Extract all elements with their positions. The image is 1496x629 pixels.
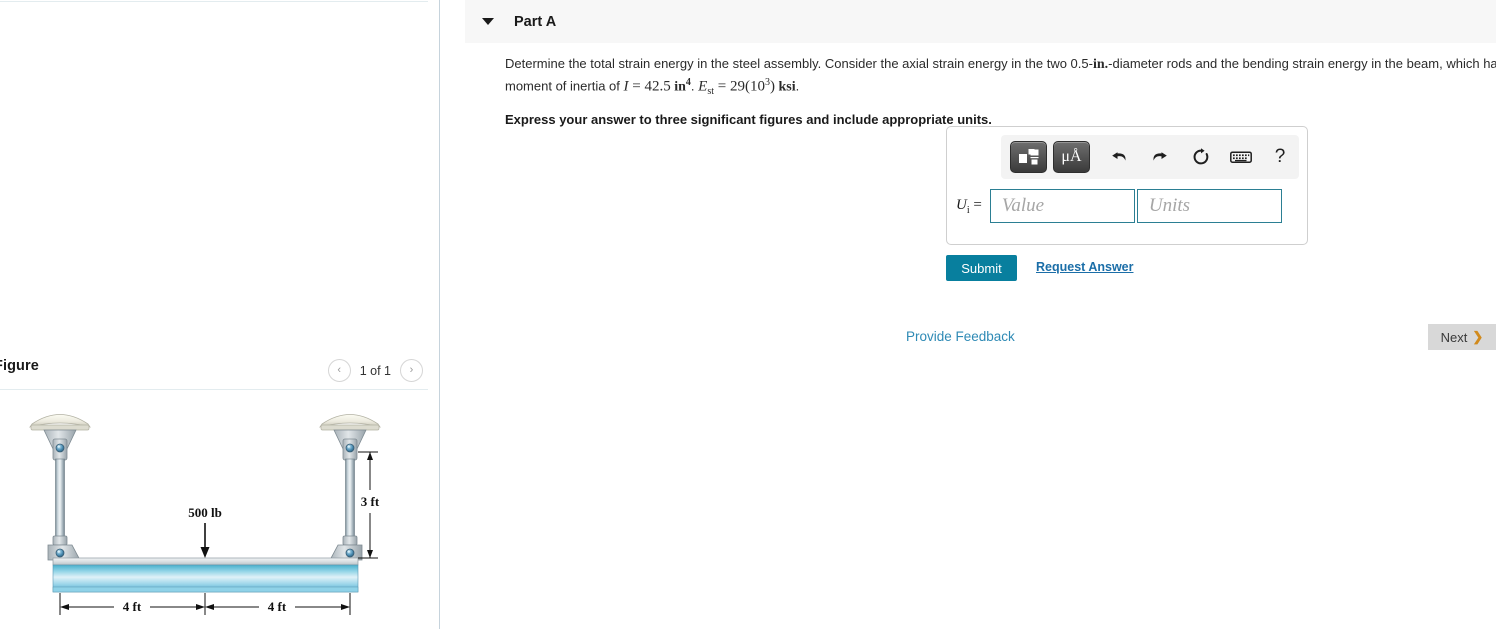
page-root: Figure ‹ 1 of 1 ›: [0, 0, 1496, 629]
value-inertia: 42.5: [644, 78, 671, 95]
unit-inches-2: in: [670, 79, 686, 95]
chevron-right-icon: ›: [409, 364, 414, 376]
answer-row: Ui =: [956, 189, 1282, 223]
units-symbol-icon[interactable]: μÅ: [1053, 141, 1090, 173]
height-label: 3 ft: [361, 494, 380, 509]
answer-variable-label: Ui =: [956, 197, 982, 216]
height-dimension: 3 ft: [358, 451, 380, 559]
subscript-st: st: [707, 86, 714, 98]
provide-feedback-link[interactable]: Provide Feedback: [906, 329, 1015, 344]
unit-ksi: ksi: [774, 79, 796, 95]
symbol-E: E: [698, 78, 708, 95]
answer-toolbar: μÅ ?: [1001, 135, 1299, 179]
question-text: Determine the total strain energy in the…: [505, 54, 1496, 99]
keyboard-icon[interactable]: [1226, 142, 1256, 172]
beam: [52, 557, 359, 593]
load-annotation: 500 lb: [188, 505, 222, 558]
answer-value-input[interactable]: [989, 189, 1135, 223]
units-symbol-label: μÅ: [1061, 148, 1082, 165]
variable-subscript-i: i: [966, 204, 970, 216]
help-question-icon[interactable]: ?: [1265, 142, 1295, 172]
submit-button[interactable]: Submit: [946, 255, 1017, 281]
reset-circular-arrow-icon[interactable]: [1186, 142, 1216, 172]
answer-units-input[interactable]: [1136, 189, 1282, 223]
variable-U: U: [956, 196, 967, 213]
part-title: Part A: [514, 13, 557, 30]
question-text-part1: Determine the total strain energy in the…: [505, 56, 1093, 71]
math-template-glyph: [1018, 149, 1038, 165]
equals-1: =: [628, 78, 645, 95]
chevron-left-icon: ‹: [337, 364, 342, 376]
triangle-down-icon[interactable]: [482, 18, 494, 25]
question-panel: Part A Determine the total strain energy…: [441, 0, 1496, 629]
period-2: .: [795, 78, 800, 94]
next-button[interactable]: Next ❯: [1428, 324, 1496, 350]
variable-equals: =: [973, 196, 982, 213]
panel-top-divider: [0, 1, 428, 2]
figure-prev-button[interactable]: ‹: [327, 359, 351, 382]
request-answer-link[interactable]: Request Answer: [1036, 260, 1133, 274]
next-button-label: Next: [1440, 329, 1468, 345]
figure-next-button[interactable]: ›: [400, 359, 423, 382]
span-dimensions: 4 ft 4 ft: [59, 593, 351, 615]
keyboard-glyph: [1230, 151, 1252, 163]
unit-inches-1: in.: [1092, 57, 1109, 72]
chevron-right-icon: ❯: [1472, 329, 1484, 344]
figure-title: Figure: [0, 358, 39, 374]
question-body: Determine the total strain energy in the…: [505, 54, 1496, 127]
part-header[interactable]: Part A: [465, 0, 1496, 43]
right-hanger-assembly: [319, 414, 381, 561]
span-right-label: 4 ft: [268, 599, 287, 614]
undo-glyph: [1112, 152, 1126, 161]
math-template-icon[interactable]: [1010, 141, 1047, 173]
span-left-label: 4 ft: [123, 599, 142, 614]
value-modulus: 29(10: [729, 78, 765, 95]
figure-panel: Figure ‹ 1 of 1 ›: [0, 0, 440, 629]
equals-2: =: [713, 78, 730, 95]
figure-diagram: 500 lb 3 ft 4 ft 4 ft: [0, 395, 428, 629]
left-hanger-assembly: [29, 414, 91, 561]
figure-counter: 1 of 1: [359, 363, 391, 378]
beam-assembly-diagram: 500 lb 3 ft 4 ft 4 ft: [29, 414, 381, 615]
help-glyph: ?: [1274, 146, 1286, 167]
figure-divider: [0, 389, 428, 390]
figure-navigation: ‹ 1 of 1 ›: [327, 359, 423, 382]
undo-arrow-icon[interactable]: [1104, 142, 1134, 172]
reset-glyph: [1193, 148, 1209, 165]
redo-arrow-icon[interactable]: [1145, 142, 1175, 172]
redo-glyph: [1153, 152, 1167, 161]
answer-box: μÅ ? Ui = Value Units: [946, 126, 1308, 245]
load-label: 500 lb: [188, 505, 222, 520]
